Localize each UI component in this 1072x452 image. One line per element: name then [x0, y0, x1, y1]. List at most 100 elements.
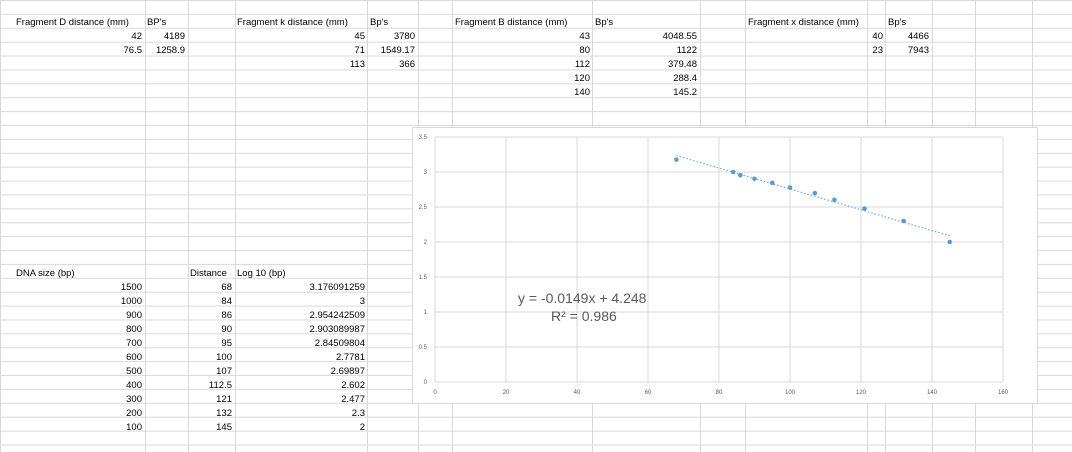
fragment-d-distance-header[interactable]: Fragment D distance (mm): [16, 16, 144, 29]
spreadsheet-grid[interactable]: Fragment D distance (mm) BP's 42 4189 76…: [0, 0, 1072, 452]
log10-cell[interactable]: 2.477: [236, 393, 365, 406]
scatter-chart[interactable]: 0 0.5 1 1.5 2 2.5 3 3.5 0 20 40 60 80 100 120 140 160 y …: [412, 127, 1038, 404]
ladder-distance-cell[interactable]: 68: [189, 281, 232, 294]
fragment-x-bp-header[interactable]: Bp's: [888, 16, 930, 29]
y-tick-label: 2.5: [419, 205, 428, 211]
data-point[interactable]: [832, 197, 837, 203]
fragment-b-distance-cell[interactable]: 140: [453, 86, 590, 99]
log10-cell[interactable]: 2.602: [236, 379, 365, 392]
log10-cell[interactable]: 2: [236, 421, 365, 434]
fragment-k-distance-header[interactable]: Fragment k distance (mm): [237, 16, 367, 29]
trendline-equation[interactable]: y = -0.0149x + 4.248: [518, 290, 647, 306]
log10-cell[interactable]: 2.84509804: [236, 337, 365, 350]
data-point[interactable]: [862, 206, 867, 211]
fragment-b-distance-header[interactable]: Fragment B distance (mm): [455, 16, 591, 29]
fragment-b-bp-cell[interactable]: 4048.55: [593, 30, 697, 43]
dna-size-cell[interactable]: 600: [0, 351, 142, 364]
fragment-b-bp-header[interactable]: Bp's: [595, 16, 655, 29]
log10-cell[interactable]: 3: [236, 295, 365, 308]
chart-gridlines: [434, 136, 1004, 383]
ladder-distance-cell[interactable]: 132: [189, 407, 232, 420]
x-tick-label: 140: [927, 390, 938, 396]
ladder-distance-cell[interactable]: 145: [189, 421, 232, 434]
dna-size-cell[interactable]: 100: [0, 421, 142, 434]
data-point[interactable]: [738, 172, 743, 178]
dna-size-cell[interactable]: 700: [0, 337, 142, 350]
ladder-distance-cell[interactable]: 107: [189, 365, 232, 378]
fragment-b-distance-cell[interactable]: 112: [453, 58, 590, 71]
fragment-b-distance-cell[interactable]: 120: [453, 72, 590, 85]
ladder-distance-cell[interactable]: 121: [189, 393, 232, 406]
dna-size-cell[interactable]: 800: [0, 323, 142, 336]
log10-cell[interactable]: 2.903089987: [236, 323, 365, 336]
dna-size-cell[interactable]: 200: [0, 407, 142, 420]
x-tick-label: 120: [856, 390, 867, 396]
ladder-distance-cell[interactable]: 86: [189, 309, 232, 322]
y-tick-label: 3.5: [419, 135, 428, 141]
fragment-k-bp-cell[interactable]: 1549.17: [368, 44, 415, 57]
x-tick-label: 80: [716, 390, 723, 396]
fragment-x-bp-cell[interactable]: 7943: [886, 44, 929, 57]
fragment-d-bp-cell[interactable]: 4189: [146, 30, 185, 43]
dna-size-cell[interactable]: 900: [0, 309, 142, 322]
fragment-k-distance-cell[interactable]: 113: [236, 58, 365, 71]
dna-size-cell[interactable]: 400: [0, 379, 142, 392]
y-tick-label: 0: [424, 380, 428, 386]
y-tick-label: 1: [424, 310, 428, 316]
dna-size-cell[interactable]: 300: [0, 393, 142, 406]
fragment-x-distance-cell[interactable]: 40: [746, 30, 883, 43]
log10-cell[interactable]: 2.7781: [236, 351, 365, 364]
ladder-distance-cell[interactable]: 100: [189, 351, 232, 364]
fragment-d-bp-cell[interactable]: 1258.9: [146, 44, 185, 57]
fragment-b-bp-cell[interactable]: 1122: [593, 44, 697, 57]
ladder-distance-cell[interactable]: 84: [189, 295, 232, 308]
ladder-distance-cell[interactable]: 112.5: [189, 379, 232, 392]
y-tick-label: 0.5: [419, 345, 428, 351]
y-tick-label: 3: [424, 170, 428, 176]
x-tick-label: 160: [998, 390, 1009, 396]
fragment-k-distance-cell[interactable]: 45: [236, 30, 365, 43]
fragment-d-bp-header[interactable]: BP's: [147, 16, 187, 29]
data-point[interactable]: [769, 180, 775, 186]
data-point[interactable]: [674, 157, 679, 162]
fragment-k-bp-header[interactable]: Bp's: [370, 16, 416, 29]
fragment-b-bp-cell[interactable]: 379.48: [593, 58, 697, 71]
fragment-b-bp-cell[interactable]: 288.4: [593, 72, 697, 85]
data-point[interactable]: [947, 239, 953, 245]
log10-cell[interactable]: 2.3: [236, 407, 365, 420]
fragment-d-distance-cell[interactable]: 76.5: [0, 44, 143, 57]
x-tick-label: 100: [785, 390, 796, 396]
dna-size-cell[interactable]: 500: [0, 365, 142, 378]
fragment-x-distance-cell[interactable]: 23: [746, 44, 883, 57]
data-point[interactable]: [812, 190, 818, 196]
log10-cell[interactable]: 2.69897: [236, 365, 365, 378]
dna-size-cell[interactable]: 1000: [0, 295, 142, 308]
ladder-distance-header[interactable]: Distance: [190, 267, 235, 280]
fragment-k-bp-cell[interactable]: 3780: [368, 30, 415, 43]
ladder-distance-cell[interactable]: 90: [189, 323, 232, 336]
log10-cell[interactable]: 2.954242509: [236, 309, 365, 322]
dna-size-cell[interactable]: 1500: [0, 281, 142, 294]
log10-cell[interactable]: 3.176091259: [236, 281, 365, 294]
ladder-distance-cell[interactable]: 95: [189, 337, 232, 350]
fragment-b-distance-cell[interactable]: 43: [453, 30, 590, 43]
fragment-k-bp-cell[interactable]: 366: [368, 58, 415, 71]
data-point[interactable]: [787, 185, 793, 190]
data-point[interactable]: [730, 169, 736, 175]
data-point[interactable]: [901, 218, 906, 224]
fragment-x-bp-cell[interactable]: 4466: [886, 30, 929, 43]
dna-size-header[interactable]: DNA size (bp): [16, 267, 144, 280]
x-tick-label: 40: [574, 390, 581, 396]
log10-header[interactable]: Log 10 (bp): [237, 267, 367, 280]
fragment-k-distance-cell[interactable]: 71: [236, 44, 365, 57]
fragment-x-distance-header[interactable]: Fragment x distance (mm): [748, 16, 868, 29]
fragment-d-distance-cell[interactable]: 42: [0, 30, 142, 43]
data-point[interactable]: [752, 176, 757, 182]
fragment-b-distance-cell[interactable]: 80: [453, 44, 590, 57]
y-tick-label: 2: [424, 240, 428, 246]
x-tick-label: 0: [433, 390, 437, 396]
fragment-b-bp-cell[interactable]: 145.2: [593, 86, 697, 99]
column-gridline: [145, 0, 146, 452]
chart-canvas: 0 0.5 1 1.5 2 2.5 3 3.5 0 20 40 60 80 100 120 140 160 y …: [419, 135, 1009, 396]
r-squared-label[interactable]: R² = 0.986: [551, 308, 617, 324]
